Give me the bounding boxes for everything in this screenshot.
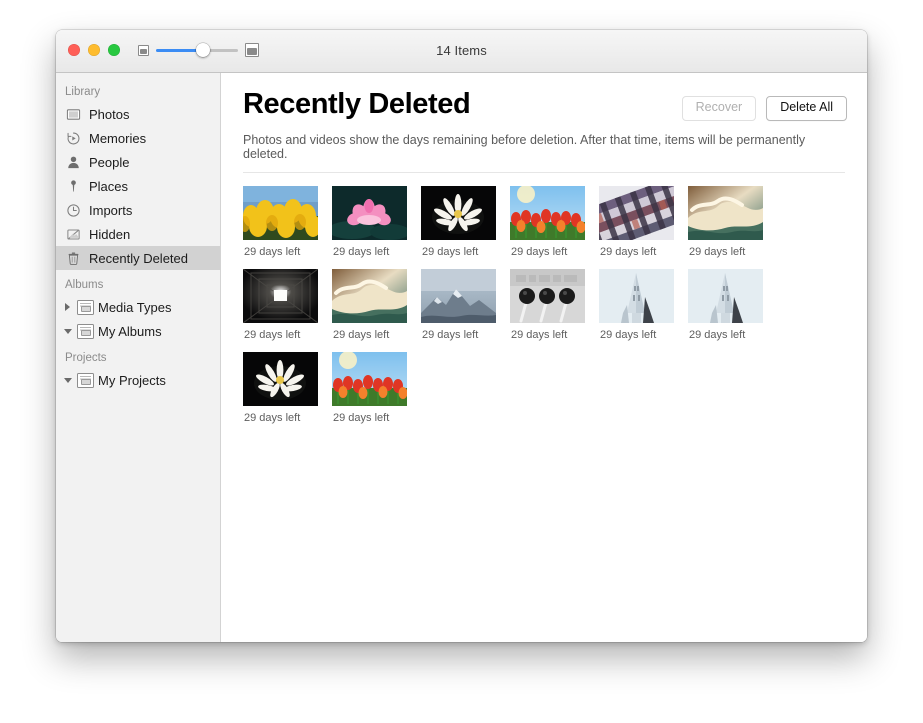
photo-grid[interactable]: 29 days left 29 days left 29 days left [243,173,847,435]
days-remaining-label: 29 days left [510,329,599,341]
sidebar[interactable]: Library Photos M [56,73,221,642]
days-remaining-label: 29 days left [332,246,421,258]
photo-thumbnail[interactable] [599,186,674,240]
sidebar-item-recently-deleted[interactable]: Recently Deleted [56,246,220,270]
photo-thumbnail[interactable] [243,269,318,323]
days-remaining-label: 29 days left [688,329,777,341]
sidebar-item-label: My Projects [98,374,166,387]
photo-thumbnail[interactable] [332,186,407,240]
sidebar-item-label: My Albums [98,325,162,338]
photo-thumbnail[interactable] [421,269,496,323]
days-remaining-label: 29 days left [688,246,777,258]
sidebar-item-my-projects[interactable]: My Projects [56,368,220,392]
recover-button[interactable]: Recover [682,96,757,121]
days-remaining-label: 29 days left [243,412,332,424]
deletion-description: Photos and videos show the days remainin… [243,133,845,173]
sidebar-item-label: Photos [89,108,129,121]
photo-thumbnail[interactable] [332,352,407,406]
sidebar-item-hidden[interactable]: Hidden [56,222,220,246]
imports-clock-icon [65,202,82,219]
window-title: 14 Items [56,43,867,58]
photo-cell[interactable]: 29 days left [243,186,332,258]
days-remaining-label: 29 days left [332,412,421,424]
album-icon [77,300,94,315]
content-area: Recently Deleted Recover Delete All Phot… [221,73,867,642]
days-remaining-label: 29 days left [243,246,332,258]
sidebar-item-label: Imports [89,204,132,217]
photo-cell[interactable]: 29 days left [688,269,777,341]
photo-thumbnail[interactable] [421,186,496,240]
photo-cell[interactable]: 29 days left [243,352,332,424]
delete-all-button[interactable]: Delete All [766,96,847,121]
photo-cell[interactable]: 29 days left [332,186,421,258]
photo-cell[interactable]: 29 days left [510,269,599,341]
content-header: Recently Deleted Recover Delete All [243,89,847,121]
days-remaining-label: 29 days left [599,329,688,341]
window-body: Library Photos M [56,73,867,642]
days-remaining-label: 29 days left [599,246,688,258]
photo-thumbnail[interactable] [332,269,407,323]
header-actions: Recover Delete All [682,89,847,121]
photo-thumbnail[interactable] [688,186,763,240]
photo-thumbnail[interactable] [510,269,585,323]
sidebar-item-label: Hidden [89,228,130,241]
photo-cell[interactable]: 29 days left [421,186,510,258]
chevron-down-icon[interactable] [62,375,73,386]
photos-icon [65,106,82,123]
chevron-right-icon[interactable] [62,302,73,313]
days-remaining-label: 29 days left [510,246,599,258]
sidebar-section-albums-label: Albums [56,276,220,295]
photo-cell[interactable]: 29 days left [332,352,421,424]
sidebar-item-label: Places [89,180,128,193]
sidebar-item-people[interactable]: People [56,150,220,174]
days-remaining-label: 29 days left [421,329,510,341]
sidebar-item-imports[interactable]: Imports [56,198,220,222]
photo-thumbnail[interactable] [510,186,585,240]
chevron-down-icon[interactable] [62,326,73,337]
photo-cell[interactable]: 29 days left [599,186,688,258]
sidebar-item-label: Memories [89,132,146,145]
sidebar-section-projects-label: Projects [56,349,220,368]
photo-cell[interactable]: 29 days left [510,186,599,258]
trash-icon [65,250,82,267]
days-remaining-label: 29 days left [332,329,421,341]
window-titlebar: 14 Items [56,30,867,73]
sidebar-item-label: People [89,156,129,169]
photo-cell[interactable]: 29 days left [332,269,421,341]
sidebar-section-library-label: Library [56,83,220,102]
sidebar-item-places[interactable]: Places [56,174,220,198]
album-icon [77,373,94,388]
photo-cell[interactable]: 29 days left [688,186,777,258]
photo-thumbnail[interactable] [243,352,318,406]
photo-thumbnail[interactable] [599,269,674,323]
days-remaining-label: 29 days left [421,246,510,258]
photo-thumbnail[interactable] [243,186,318,240]
hidden-icon [65,226,82,243]
photo-cell[interactable]: 29 days left [599,269,688,341]
sidebar-item-memories[interactable]: Memories [56,126,220,150]
photo-thumbnail[interactable] [688,269,763,323]
photo-cell[interactable]: 29 days left [243,269,332,341]
album-icon [77,324,94,339]
photo-cell[interactable]: 29 days left [421,269,510,341]
sidebar-item-my-albums[interactable]: My Albums [56,319,220,343]
page-title: Recently Deleted [243,89,470,121]
days-remaining-label: 29 days left [243,329,332,341]
places-pin-icon [65,178,82,195]
sidebar-item-label: Recently Deleted [89,252,188,265]
sidebar-item-media-types[interactable]: Media Types [56,295,220,319]
memories-icon [65,130,82,147]
people-icon [65,154,82,171]
sidebar-item-label: Media Types [98,301,171,314]
photos-app-window: 14 Items Library Photos [56,30,867,642]
sidebar-item-photos[interactable]: Photos [56,102,220,126]
